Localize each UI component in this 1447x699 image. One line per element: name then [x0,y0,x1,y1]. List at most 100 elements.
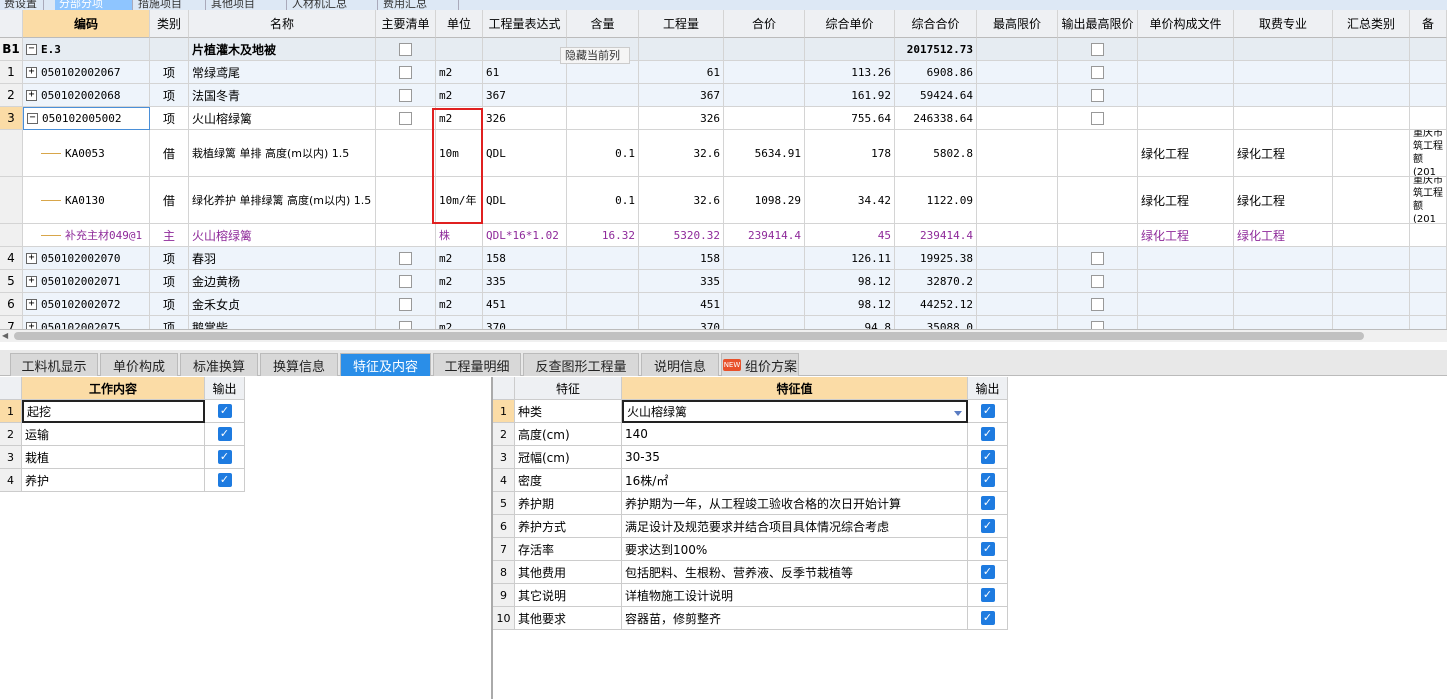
grid-cell-price[interactable] [724,38,805,61]
grid-cell-price[interactable] [724,61,805,84]
grid-row[interactable]: 1 +050102002067 项常绿鸢尾 m2 61 61 113.26 6908.86 [0,61,1447,84]
feature-name[interactable]: 养护期 [515,492,622,515]
grid-cell-unit[interactable]: m2 [436,247,483,270]
output-cell[interactable]: ✓ [968,492,1008,515]
grid-cell-name[interactable]: 绿化养护 单排绿篱 高度(m以内) 1.5 [189,177,376,224]
grid-cell-content[interactable]: 0.1 [567,177,639,224]
item-code[interactable]: 补充主材049@1 [23,224,150,247]
item-code[interactable]: +050102002070 [23,247,150,270]
grid-cell-expr[interactable]: 158 [483,247,567,270]
output-max-checkbox-cell[interactable] [1058,224,1138,247]
grid-cell-type[interactable]: 借 [150,177,189,224]
grid-cell-unit-price[interactable] [805,38,895,61]
feature-value[interactable]: 要求达到100% [622,538,968,561]
grid-cell-type[interactable]: 项 [150,270,189,293]
horizontal-scrollbar[interactable]: ◀ [0,330,1447,342]
checkbox[interactable] [399,42,412,56]
grid-cell-unit[interactable] [436,38,483,61]
expand-icon[interactable]: + [26,89,37,101]
grid-cell-total[interactable]: 44252.12 [895,293,977,316]
tab-description[interactable]: 说明信息 [641,353,719,376]
grid-cell-unit[interactable]: m2 [436,270,483,293]
feature-value[interactable]: 详植物施工设计说明 [622,584,968,607]
grid-cell-sum[interactable] [1333,247,1410,270]
grid-cell-name[interactable]: 火山榕绿篱 [189,107,376,130]
grid-cell-max[interactable] [977,107,1058,130]
grid-cell-expr[interactable] [483,38,567,61]
grid-cell-major[interactable] [1234,316,1333,329]
grid-cell-price[interactable]: 1098.29 [724,177,805,224]
checkbox[interactable] [1091,42,1104,56]
top-tab-material-summary[interactable]: 人材机汇总 [288,0,378,10]
grid-cell-unit[interactable]: m2 [436,61,483,84]
output-max-checkbox-cell[interactable] [1058,130,1138,177]
grid-cell-file[interactable] [1138,270,1234,293]
feature-value[interactable]: 16株/㎡ [622,469,968,492]
tab-unit-price-composition[interactable]: 单价构成 [100,353,178,376]
grid-cell-unit[interactable]: m2 [436,293,483,316]
grid-cell-file[interactable]: 绿化工程 [1138,224,1234,247]
expand-icon[interactable]: + [26,252,37,264]
grid-cell-expr[interactable]: 451 [483,293,567,316]
grid-cell-expr[interactable]: QDL*16*1.02 [483,224,567,247]
output-checkbox[interactable]: ✓ [217,450,232,464]
grid-row[interactable]: 6 +050102002072 项金禾女贞 m2 451 451 98.12 44252.12 [0,293,1447,316]
output-cell[interactable]: ✓ [968,515,1008,538]
grid-cell-content[interactable] [567,61,639,84]
grid-cell-extra[interactable]: 重庆市筑工程额(201 [1410,177,1447,224]
output-checkbox[interactable]: ✓ [217,427,232,441]
header-quantity-expression[interactable]: 工程量表达式 [483,10,567,38]
output-cell[interactable]: ✓ [968,561,1008,584]
grid-cell-major[interactable] [1234,61,1333,84]
grid-cell-unit[interactable]: m2 [436,84,483,107]
grid-cell-name[interactable]: 春羽 [189,247,376,270]
grid-row[interactable]: B1− E.3 片植灌木及地被 2017512.73 [0,38,1447,61]
grid-cell-type[interactable]: 项 [150,107,189,130]
grid-cell-total[interactable]: 6908.86 [895,61,977,84]
checkbox[interactable] [399,65,412,79]
grid-cell-extra[interactable] [1410,247,1447,270]
work-item[interactable]: 栽植 [22,446,205,469]
feature-value[interactable]: 30-35 [622,446,968,469]
main-list-checkbox-cell[interactable] [376,293,436,316]
output-max-checkbox-cell[interactable] [1058,316,1138,329]
grid-cell-content[interactable] [567,107,639,130]
grid-cell-content[interactable] [567,293,639,316]
header-composite-total[interactable]: 综合合价 [895,10,977,38]
grid-cell-name[interactable]: 片植灌木及地被 [189,38,376,61]
grid-row[interactable]: KA0130 借绿化养护 单排绿篱 高度(m以内) 1.5 10m/年 QDL 0.1 3… [0,177,1447,224]
output-max-checkbox-cell[interactable] [1058,84,1138,107]
checkbox[interactable] [1091,88,1104,102]
grid-cell-price[interactable]: 239414.4 [724,224,805,247]
checkbox[interactable] [399,297,412,311]
grid-cell-price[interactable] [724,293,805,316]
grid-cell-extra[interactable] [1410,84,1447,107]
grid-cell-file[interactable] [1138,316,1234,329]
grid-cell-sum[interactable] [1333,130,1410,177]
grid-row[interactable]: 3−050102005002 项火山榕绿篱 m2 326 326 755.64 246338… [0,107,1447,130]
grid-cell-price[interactable] [724,84,805,107]
dropdown-arrow-icon[interactable] [954,411,962,416]
grid-cell-price[interactable]: 5634.91 [724,130,805,177]
feature-name[interactable]: 密度 [515,469,622,492]
grid-cell-file[interactable] [1138,84,1234,107]
grid-cell-unit-price[interactable]: 113.26 [805,61,895,84]
work-item[interactable]: 运输 [22,423,205,446]
output-max-checkbox-cell[interactable] [1058,177,1138,224]
grid-cell-price[interactable] [724,107,805,130]
feature-name[interactable]: 存活率 [515,538,622,561]
grid-cell-price[interactable] [724,247,805,270]
grid-cell-price[interactable] [724,270,805,293]
tab-reverse-graphic-quantity[interactable]: 反查图形工程量 [523,353,639,376]
header-remark[interactable]: 备 [1410,10,1447,38]
grid-cell-unit-price[interactable]: 94.8 [805,316,895,329]
tab-features-content[interactable]: 特征及内容 [340,353,431,376]
grid-cell-total[interactable]: 1122.09 [895,177,977,224]
top-tab-other-items[interactable]: 其他项目 [207,0,287,10]
grid-cell-unit-price[interactable]: 98.12 [805,270,895,293]
grid-cell-extra[interactable] [1410,38,1447,61]
grid-row[interactable]: 5 +050102002071 项金边黄杨 m2 335 335 98.12 32870.2 [0,270,1447,293]
grid-cell-major[interactable]: 绿化工程 [1234,130,1333,177]
grid-cell-file[interactable] [1138,247,1234,270]
main-list-checkbox-cell[interactable] [376,177,436,224]
